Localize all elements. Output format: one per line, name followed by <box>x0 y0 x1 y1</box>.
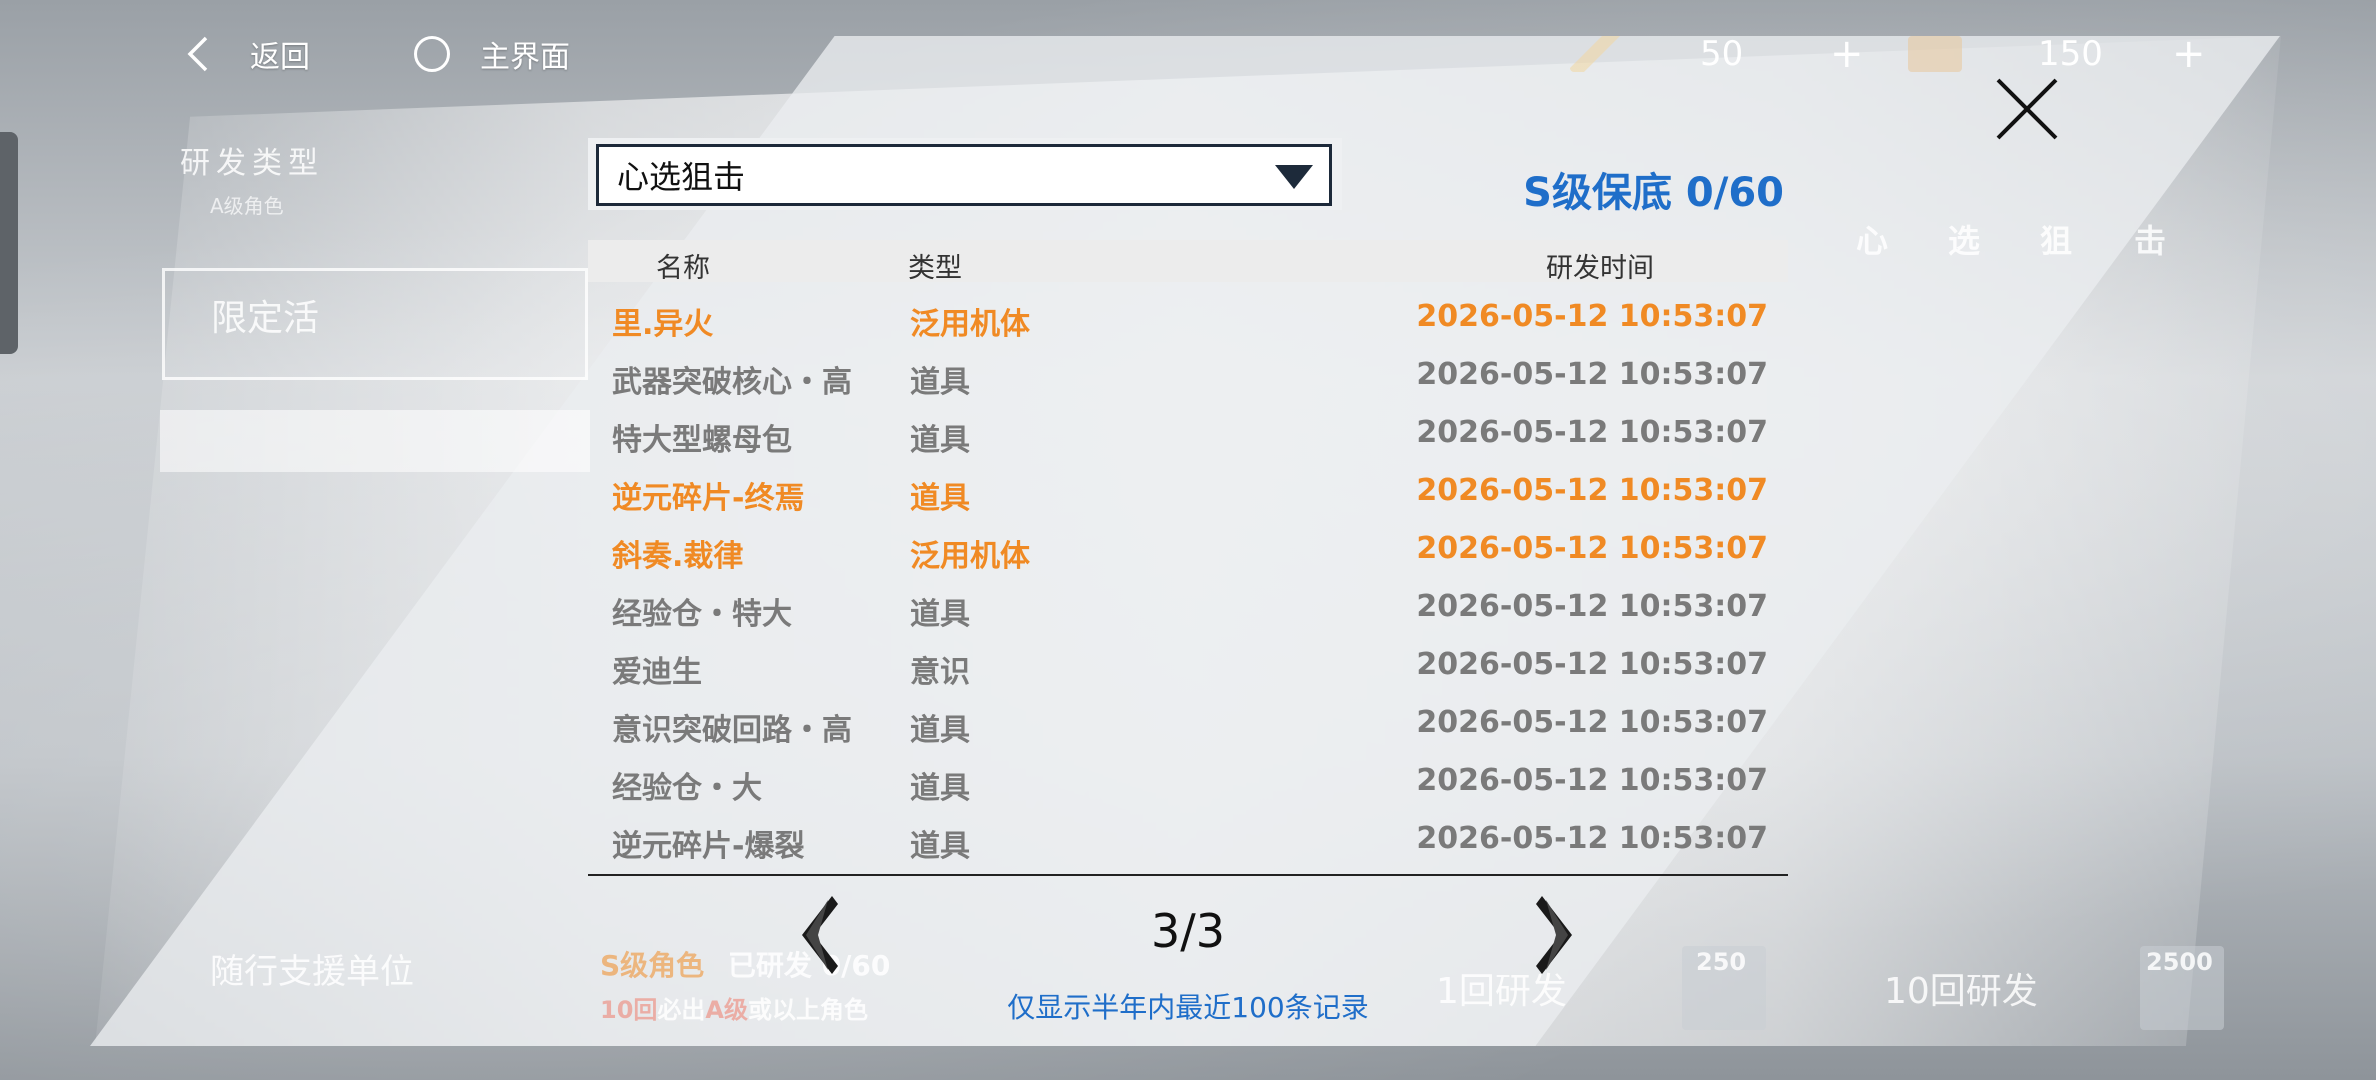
table-row: 经验仓・大 道具 2026-05-12 10:53:07 <box>588 753 1788 811</box>
table-row: 武器突破核心・高 道具 2026-05-12 10:53:07 <box>588 347 1788 405</box>
back-button[interactable]: 返回 <box>182 28 310 80</box>
table-divider <box>588 874 1788 876</box>
research-type-title: 研发类型 <box>180 146 324 181</box>
table-header: 名称 类型 研发时间 <box>588 240 1788 284</box>
record-name: 逆元碎片-爆裂 <box>612 829 805 864</box>
record-list: 里.异火 泛用机体 2026-05-12 10:53:07 武器突破核心・高 道具 202… <box>588 289 1788 869</box>
record-time: 2026-05-12 10:53:07 <box>1416 589 1768 624</box>
record-time: 2026-05-12 10:53:07 <box>1416 357 1768 392</box>
record-name: 武器突破核心・高 <box>612 365 852 400</box>
table-row: 逆元碎片-终焉 道具 2026-05-12 10:53:07 <box>588 463 1788 521</box>
resource-1-add-button[interactable]: + <box>1830 31 1864 77</box>
next-page-button[interactable] <box>1526 892 1586 978</box>
pool-select-field[interactable]: 心选狙击 <box>596 144 1332 206</box>
record-name: 经验仓・大 <box>612 771 762 806</box>
pool-title-char: 击 <box>2134 222 2167 260</box>
record-name: 意识突破回路・高 <box>612 713 852 748</box>
home-button[interactable]: 主界面 <box>414 28 570 80</box>
record-time: 2026-05-12 10:53:07 <box>1416 415 1768 450</box>
limited-event-tab[interactable]: 限定活 <box>162 268 588 380</box>
pool-select-value: 心选狙击 <box>617 158 746 196</box>
table-row: 逆元碎片-爆裂 道具 2026-05-12 10:53:07 <box>588 811 1788 869</box>
resource-2-value: 150 <box>2038 34 2103 74</box>
record-name: 特大型螺母包 <box>612 423 792 458</box>
record-name: 里.异火 <box>612 307 714 342</box>
record-time: 2026-05-12 10:53:07 <box>1416 647 1768 682</box>
pool-title-char: 选 <box>1948 222 1981 260</box>
column-time-header: 研发时间 <box>1546 253 1654 284</box>
research-record-dialog: 心选狙击 S级保底 0/60 名称 类型 研发时间 里.异火 泛用机体 2026-0… <box>588 138 1788 1028</box>
record-type: 道具 <box>910 365 970 400</box>
circle-icon <box>414 36 450 72</box>
table-row: 经验仓・特大 道具 2026-05-12 10:53:07 <box>588 579 1788 637</box>
table-row: 里.异火 泛用机体 2026-05-12 10:53:07 <box>588 289 1788 347</box>
record-time: 2026-05-12 10:53:07 <box>1416 763 1768 798</box>
record-name: 爱迪生 <box>612 655 702 690</box>
table-row: 爱迪生 意识 2026-05-12 10:53:07 <box>588 637 1788 695</box>
record-type: 意识 <box>910 655 970 690</box>
record-time: 2026-05-12 10:53:07 <box>1416 821 1768 856</box>
pool-title-char: 心 <box>1856 222 1889 260</box>
close-icon[interactable] <box>1992 74 2062 144</box>
table-row: 斜奏.裁律 泛用机体 2026-05-12 10:53:07 <box>588 521 1788 579</box>
record-limit-note: 仅显示半年内最近100条记录 <box>1007 991 1369 1024</box>
chevron-left-icon <box>187 36 208 72</box>
record-name: 斜奏.裁律 <box>612 539 744 574</box>
chevron-right-icon <box>1536 896 1572 974</box>
home-label: 主界面 <box>480 40 570 75</box>
record-name: 逆元碎片-终焉 <box>612 481 805 516</box>
limited-event-label: 限定活 <box>211 298 320 339</box>
table-row: 意识突破回路・高 道具 2026-05-12 10:53:07 <box>588 695 1788 753</box>
column-type-header: 类型 <box>908 253 962 284</box>
ten-pull-cost: 2500 <box>2146 948 2213 976</box>
column-name-header: 名称 <box>656 253 710 284</box>
companion-unit-label: 随行支援单位 <box>210 952 414 992</box>
record-type: 道具 <box>910 597 970 632</box>
record-time: 2026-05-12 10:53:07 <box>1416 299 1768 334</box>
record-type: 道具 <box>910 713 970 748</box>
ticket-icon <box>1908 36 1962 72</box>
pool-tab-stripe <box>160 410 590 472</box>
research-type-subtitle: A级角色 <box>210 194 284 218</box>
record-type: 道具 <box>910 829 970 864</box>
resource-1-value: 50 <box>1700 34 1744 74</box>
record-type: 道具 <box>910 771 970 806</box>
record-type: 道具 <box>910 423 970 458</box>
resource-2-add-button[interactable]: + <box>2172 31 2206 77</box>
ten-pull-button-label[interactable]: 10回研发 <box>1884 962 2038 1014</box>
side-drawer-handle[interactable] <box>0 132 18 354</box>
record-name: 经验仓・特大 <box>612 597 792 632</box>
s-pity-counter: S级保底 0/60 <box>1523 170 1784 216</box>
triangle-down-icon[interactable] <box>1275 165 1313 189</box>
table-row: 特大型螺母包 道具 2026-05-12 10:53:07 <box>588 405 1788 463</box>
record-time: 2026-05-12 10:53:07 <box>1416 473 1768 508</box>
pool-title-char: 狙 <box>2040 222 2073 260</box>
record-time: 2026-05-12 10:53:07 <box>1416 705 1768 740</box>
page-indicator: 3/3 <box>1150 904 1226 958</box>
record-type: 泛用机体 <box>910 307 1030 342</box>
pool-select[interactable]: 心选狙击 <box>588 138 1342 210</box>
record-type: 道具 <box>910 481 970 516</box>
record-type: 泛用机体 <box>910 539 1030 574</box>
back-label: 返回 <box>250 40 310 75</box>
record-time: 2026-05-12 10:53:07 <box>1416 531 1768 566</box>
pen-icon <box>1570 36 1624 72</box>
